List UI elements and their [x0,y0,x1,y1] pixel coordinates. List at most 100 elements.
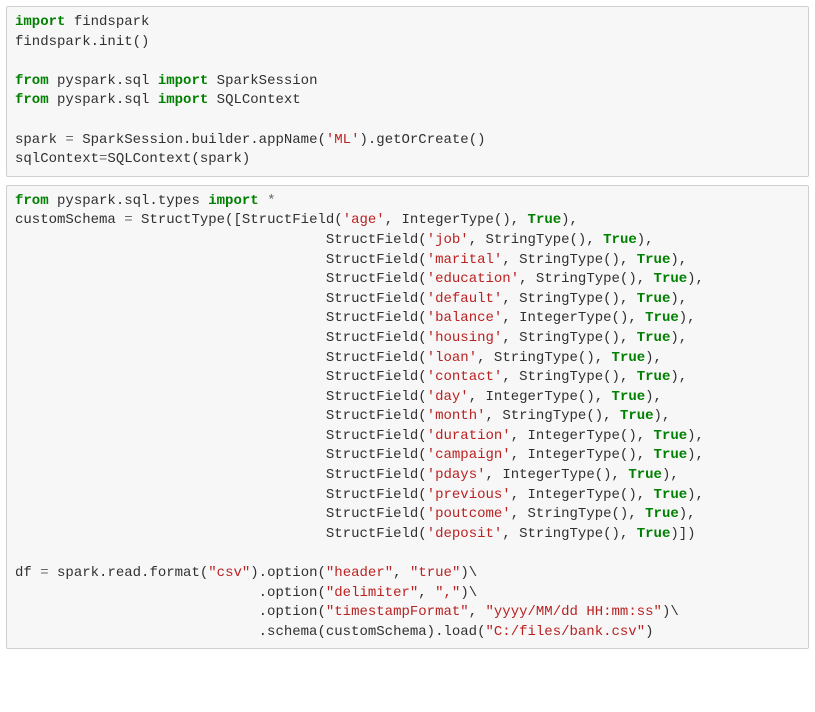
stringtype: StringType(), [519,330,637,346]
bool-true: True [654,447,688,463]
var-spark: spark [15,132,57,148]
field-loan: 'loan' [427,350,477,366]
stringtype: StringType(), [519,252,637,268]
close-item: ), [670,252,687,268]
structfield: StructField( [326,271,427,287]
sep: , [511,447,528,463]
structfield: StructField( [326,291,427,307]
field-previous: 'previous' [427,487,511,503]
integertype: IntegerType(), [402,212,528,228]
bool-true: True [620,408,654,424]
structtype-open: StructType([StructField( [141,212,343,228]
sep: , [393,565,410,581]
structfield: StructField( [326,447,427,463]
bool-true: True [637,526,671,542]
bool-true: True [637,369,671,385]
keyword-from: from [15,193,49,209]
close-item: ), [670,369,687,385]
op-equals: = [124,212,132,228]
var-sqlcontext: sqlContext [15,151,99,167]
bool-true: True [645,506,679,522]
module-pyspark-sql-types: pyspark.sql.types [57,193,200,209]
structfield: StructField( [326,467,427,483]
close-item: ), [645,350,662,366]
integertype: IntegerType(), [519,310,645,326]
str-timestampformat: "timestampFormat" [326,604,469,620]
field-education: 'education' [427,271,519,287]
field-marital: 'marital' [427,252,503,268]
close-item: ), [670,330,687,346]
stringtype: StringType(), [502,408,620,424]
op-equals: = [40,565,48,581]
call-findspark-init: findspark.init() [15,34,149,50]
backslash: )\ [460,585,477,601]
structfield: StructField( [326,526,427,542]
bool-true: True [637,330,671,346]
bool-true: True [645,310,679,326]
sep: , [469,389,486,405]
sep: , [511,487,528,503]
str-true: "true" [410,565,460,581]
stringtype: StringType(), [536,271,654,287]
bool-true: True [654,271,688,287]
stringtype: StringType(), [528,506,646,522]
sep: , [486,467,503,483]
keyword-from: from [15,92,49,108]
sqlcontext-call: SQLContext(spark [107,151,241,167]
close-item: ), [561,212,578,228]
field-poutcome: 'poutcome' [427,506,511,522]
str-comma: "," [435,585,460,601]
structfield: StructField( [326,408,427,424]
sep: , [502,526,519,542]
close-item: ), [645,389,662,405]
close-item: ), [687,271,704,287]
builder-chain: SparkSession.builder.appName( [82,132,326,148]
var-customschema: customSchema [15,212,116,228]
dot-option: .option( [259,604,326,620]
bool-true: True [654,487,688,503]
get-or-create: ).getOrCreate() [359,132,485,148]
field-contact: 'contact' [427,369,503,385]
sep: , [502,252,519,268]
structfield: StructField( [326,350,427,366]
sep: , [469,232,486,248]
keyword-from: from [15,73,49,89]
keyword-import: import [208,193,258,209]
sep: , [511,506,528,522]
structfield: StructField( [326,310,427,326]
bool-true: True [637,252,671,268]
field-balance: 'balance' [427,310,503,326]
close-item: ), [687,487,704,503]
stringtype: StringType(), [519,291,637,307]
integertype: IntegerType(), [502,467,628,483]
backslash: )\ [662,604,679,620]
spark-read-format: spark.read.format( [57,565,208,581]
backslash: )\ [460,565,477,581]
structfield: StructField( [326,232,427,248]
bool-true: True [637,291,671,307]
stringtype: StringType(), [494,350,612,366]
close-item: ), [679,310,696,326]
str-ml: 'ML' [326,132,360,148]
str-csv: "csv" [208,565,250,581]
name-sqlcontext: SQLContext [217,92,301,108]
stringtype: StringType(), [486,232,604,248]
structfield: StructField( [326,506,427,522]
close-item: ), [687,447,704,463]
field-duration: 'duration' [427,428,511,444]
keyword-import: import [158,92,208,108]
structfield: StructField( [326,369,427,385]
field-month: 'month' [427,408,486,424]
field-day: 'day' [427,389,469,405]
close-item: ), [679,506,696,522]
field-job: 'job' [427,232,469,248]
sep: , [477,350,494,366]
integertype: IntegerType(), [528,447,654,463]
integertype: IntegerType(), [486,389,612,405]
option: ).option( [250,565,326,581]
close-item: ), [662,467,679,483]
field-deposit: 'deposit' [427,526,503,542]
structfield: StructField( [326,428,427,444]
close-last: )]) [670,526,695,542]
op-equals: = [65,132,73,148]
